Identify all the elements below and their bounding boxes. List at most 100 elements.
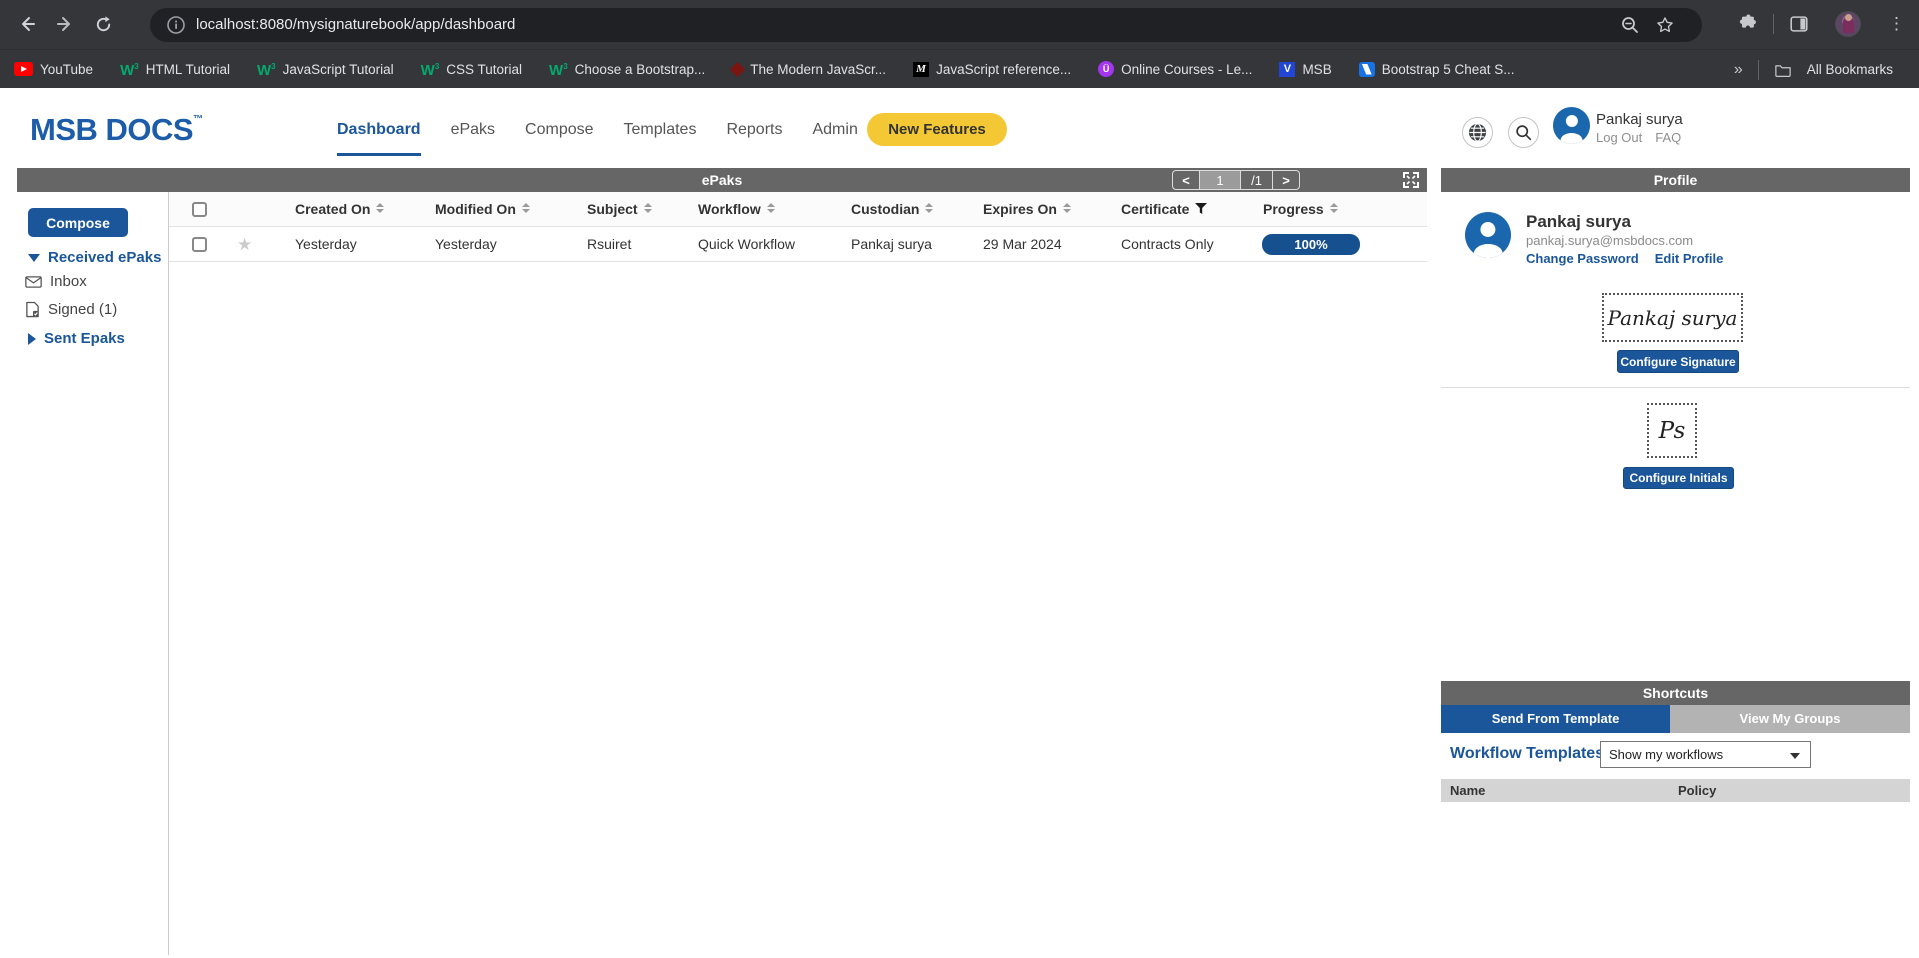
page-number-input[interactable]: 1 [1199, 171, 1241, 189]
pagination: < 1 /1 > [1172, 170, 1300, 190]
cell-custodian: Pankaj surya [851, 227, 932, 262]
profile-header: Profile [1441, 168, 1910, 192]
url-text[interactable]: localhost:8080/mysignaturebook/app/dashb… [196, 8, 515, 42]
mdn-icon: M [913, 62, 929, 77]
refresh-icon[interactable] [90, 11, 116, 37]
info-icon[interactable] [166, 15, 186, 35]
browser-profile-avatar[interactable] [1835, 11, 1861, 37]
sort-icon [925, 203, 933, 213]
col-header-custodian[interactable]: Custodian [851, 192, 933, 227]
nav-admin[interactable]: Admin [812, 121, 857, 156]
faq-link[interactable]: FAQ [1655, 130, 1681, 145]
bookmark-item-modern-javascript[interactable]: The Modern JavaScr... [732, 62, 886, 77]
bookmarks-bar-right: » All Bookmarks [1734, 50, 1893, 89]
page-prev-button[interactable]: < [1173, 171, 1199, 189]
bookmark-item-javascript-reference[interactable]: M JavaScript reference... [913, 62, 1071, 77]
profile-avatar[interactable] [1465, 212, 1511, 258]
search-icon [1515, 124, 1532, 141]
browser-toolbar: localhost:8080/mysignaturebook/app/dashb… [0, 0, 1919, 49]
new-features-button[interactable]: New Features [867, 113, 1007, 146]
all-bookmarks-button[interactable]: All Bookmarks [1807, 62, 1893, 77]
zoom-indicator-icon[interactable] [1620, 15, 1640, 35]
forward-icon[interactable] [52, 11, 78, 37]
collapse-triangle-icon [28, 254, 40, 262]
epaks-table-header: Created On Modified On Subject Workflow … [169, 192, 1427, 227]
w3schools-icon: W3 [549, 60, 568, 78]
tab-view-my-groups[interactable]: View My Groups [1670, 705, 1910, 733]
app-logo[interactable]: MSB DOCS™ [30, 112, 203, 148]
sidebar-item-signed[interactable]: Signed (1) [25, 301, 117, 318]
col-header-modified-on[interactable]: Modified On [435, 192, 530, 227]
sidebar-item-inbox[interactable]: Inbox [25, 273, 87, 290]
bootstrap-icon [1359, 62, 1375, 77]
bookmarks-list: YouTube W3 HTML Tutorial W3 JavaScript T… [0, 60, 1515, 78]
configure-initials-button[interactable]: Configure Initials [1623, 467, 1734, 489]
language-globe-button[interactable] [1462, 117, 1493, 148]
search-button[interactable] [1508, 117, 1539, 148]
templates-table-header: Name Policy [1441, 779, 1910, 802]
logout-link[interactable]: Log Out [1596, 130, 1642, 145]
nav-epaks[interactable]: ePaks [451, 121, 495, 156]
filter-funnel-icon[interactable] [1195, 203, 1207, 214]
col-header-subject[interactable]: Subject [587, 192, 652, 227]
compose-button[interactable]: Compose [28, 208, 128, 237]
favorite-star-icon[interactable]: ★ [237, 227, 252, 262]
msb-bookmark-icon: V [1279, 62, 1295, 77]
bookmarks-overflow-chevron[interactable]: » [1734, 61, 1743, 79]
user-name: Pankaj surya [1596, 111, 1683, 128]
nav-templates[interactable]: Templates [624, 121, 697, 156]
profile-panel: Profile Pankaj surya pankaj.surya@msbdoc… [1441, 168, 1910, 958]
bookmark-item-bootstrap-template[interactable]: W3 Choose a Bootstrap... [549, 60, 705, 78]
url-bar[interactable]: localhost:8080/mysignaturebook/app/dashb… [150, 8, 1702, 42]
sort-icon [767, 203, 775, 213]
row-checkbox[interactable] [192, 237, 207, 252]
panel-divider [1441, 387, 1910, 388]
sort-icon [522, 203, 530, 213]
col-header-workflow[interactable]: Workflow [698, 192, 775, 227]
col-header-expires-on[interactable]: Expires On [983, 192, 1071, 227]
epaks-header-bar: ePaks < 1 /1 > [17, 168, 1427, 192]
signature-preview: Pankaj surya [1602, 293, 1743, 342]
profile-email: pankaj.surya@msbdocs.com [1526, 233, 1693, 248]
extensions-icon[interactable] [1736, 13, 1758, 35]
toolbar-divider [1773, 14, 1774, 34]
workflow-filter-select[interactable]: Show my workflows [1600, 741, 1811, 768]
user-avatar[interactable] [1553, 107, 1590, 144]
folder-icon [1774, 62, 1792, 78]
nav-dashboard[interactable]: Dashboard [337, 121, 421, 156]
change-password-link[interactable]: Change Password [1526, 251, 1639, 266]
inbox-icon [25, 275, 42, 289]
col-header-created-on[interactable]: Created On [295, 192, 384, 227]
trademark-symbol: ™ [193, 114, 203, 125]
configure-signature-button[interactable]: Configure Signature [1617, 350, 1739, 373]
initials-preview: Ps [1647, 403, 1697, 458]
col-header-name: Name [1450, 779, 1485, 802]
bookmark-item-javascript-tutorial[interactable]: W3 JavaScript Tutorial [257, 60, 394, 78]
tab-send-from-template[interactable]: Send From Template [1441, 705, 1670, 733]
sidebar-item-received-epaks[interactable]: Received ePaks [28, 249, 161, 266]
select-all-checkbox[interactable] [192, 202, 207, 217]
bookmark-item-online-courses[interactable]: Ü Online Courses - Le... [1098, 61, 1252, 77]
col-header-certificate[interactable]: Certificate [1121, 192, 1207, 227]
bookmark-star-icon[interactable] [1655, 15, 1675, 35]
application-window: localhost:8080/mysignaturebook/app/dashb… [0, 0, 1919, 958]
sidebar-item-sent-epaks[interactable]: Sent Epaks [28, 330, 125, 347]
edit-profile-link[interactable]: Edit Profile [1655, 251, 1724, 266]
bookmark-item-bootstrap-cheatsheet[interactable]: Bootstrap 5 Cheat S... [1359, 62, 1515, 77]
fullscreen-expand-icon[interactable] [1402, 171, 1420, 189]
back-icon[interactable] [14, 11, 40, 37]
bookmark-item-msb[interactable]: V MSB [1279, 62, 1331, 77]
page-total-label: /1 [1241, 171, 1273, 189]
browser-menu-icon[interactable]: ⋮ [1888, 12, 1905, 36]
bookmark-item-html-tutorial[interactable]: W3 HTML Tutorial [120, 60, 230, 78]
cell-subject[interactable]: Rsuiret [587, 227, 631, 262]
side-panel-icon[interactable] [1788, 13, 1810, 35]
nav-reports[interactable]: Reports [726, 121, 782, 156]
bookmark-item-css-tutorial[interactable]: W3 CSS Tutorial [421, 60, 522, 78]
user-links: Log Out FAQ [1596, 130, 1681, 145]
page-next-button[interactable]: > [1273, 171, 1299, 189]
col-header-progress[interactable]: Progress [1263, 192, 1338, 227]
nav-compose[interactable]: Compose [525, 121, 593, 156]
epak-table-row[interactable]: ★ Yesterday Yesterday Rsuiret Quick Work… [169, 227, 1427, 262]
bookmark-item-youtube[interactable]: YouTube [14, 62, 93, 77]
